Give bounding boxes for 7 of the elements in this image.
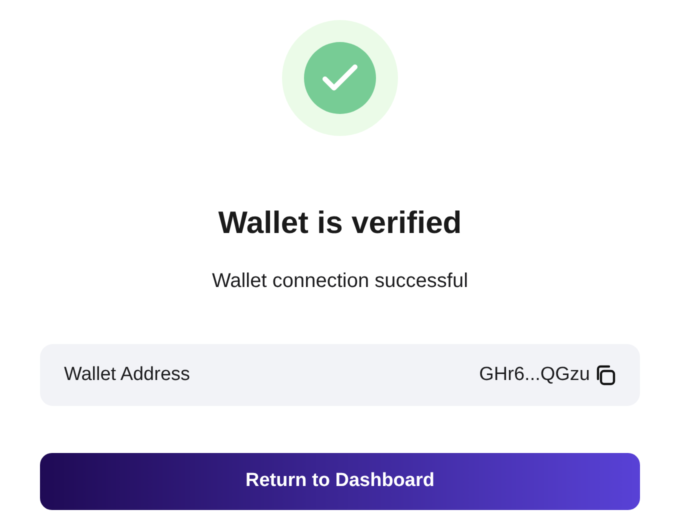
return-button[interactable]: Return to Dashboard xyxy=(40,453,640,510)
checkmark-icon xyxy=(321,63,359,93)
copy-icon[interactable] xyxy=(594,364,616,386)
title: Wallet is verified xyxy=(217,206,463,240)
address-label: Wallet Address xyxy=(64,362,190,387)
subtitle: Wallet connection successful xyxy=(210,269,470,294)
address-value: GHr6...QGzu xyxy=(479,362,590,387)
